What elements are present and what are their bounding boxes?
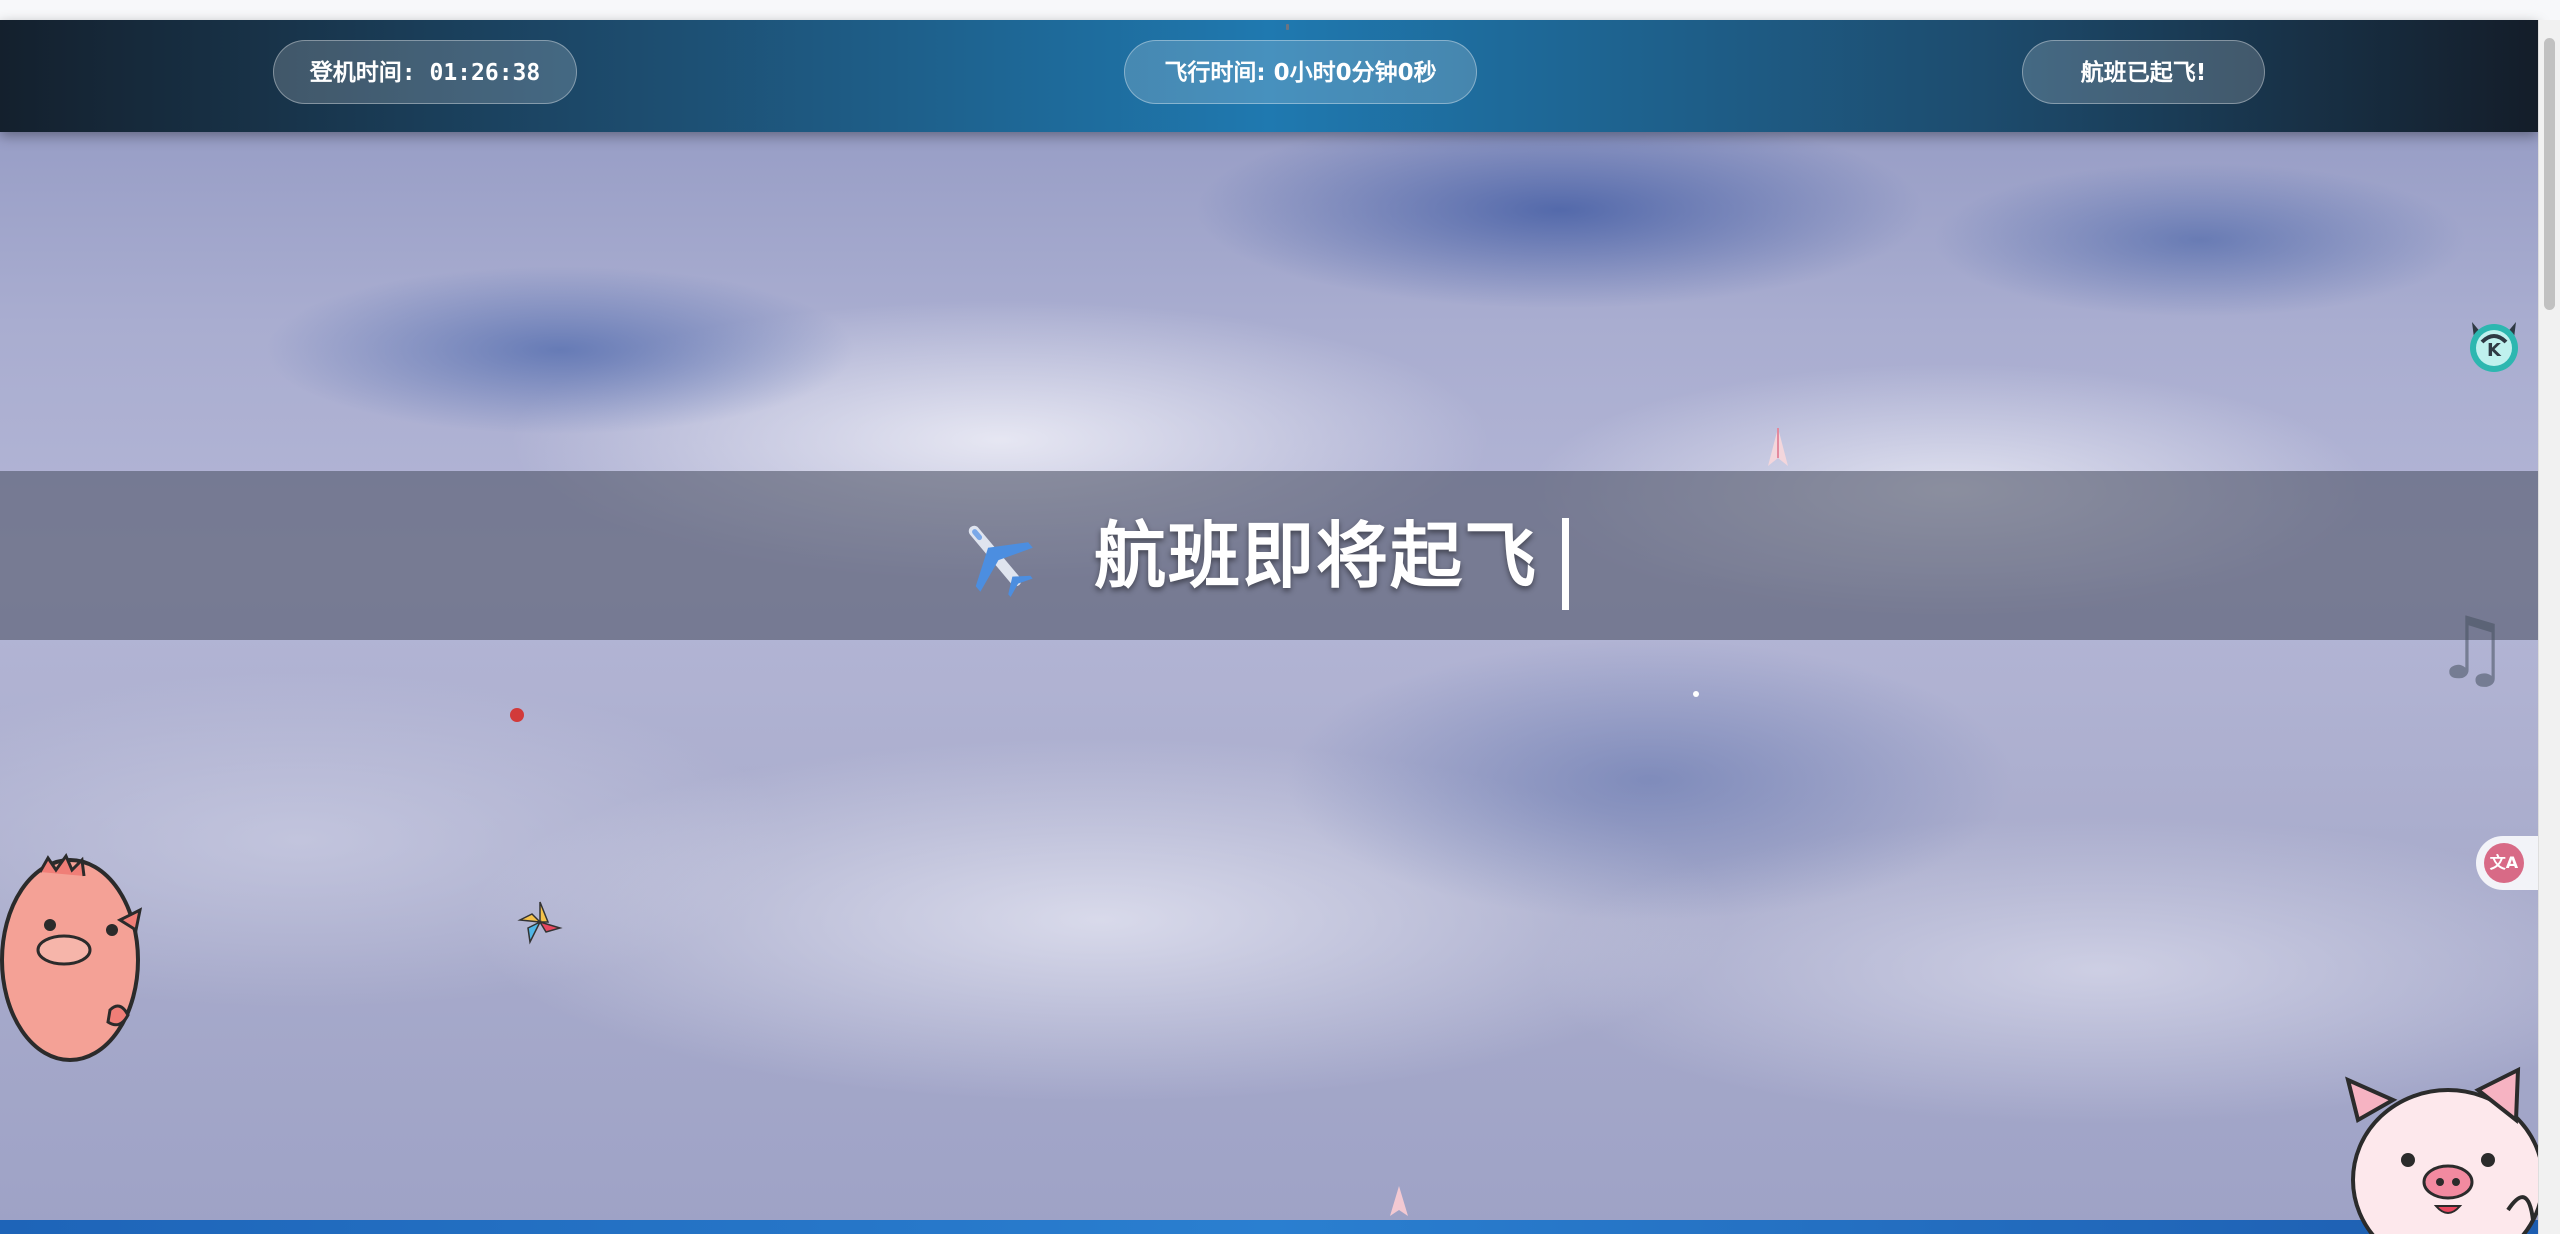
takeoff-banner: 航班即将起飞	[0, 471, 2538, 640]
page-scrollbar[interactable]	[2538, 20, 2560, 1234]
pink-feather-decoration	[1390, 1186, 1408, 1216]
banner-title: 航班即将起飞	[1094, 514, 1539, 598]
pink-mascot-left[interactable]	[0, 850, 150, 1075]
translate-icon: 文A	[2484, 843, 2524, 883]
svg-text:K: K	[2487, 340, 2502, 361]
header-bar: 登机时间: 01:26:38 飞行时间: 0小时0分钟0秒 航班已起飞!	[0, 20, 2538, 132]
drag-handle[interactable]	[1286, 24, 1289, 30]
flight-status-badge: 航班已起飞!	[2022, 40, 2265, 104]
red-petal-decoration	[510, 708, 524, 722]
white-spark-decoration	[1693, 691, 1699, 697]
flight-time-text: 飞行时间: 0小时0分钟0秒	[1164, 60, 1437, 86]
windmill-decoration	[517, 901, 563, 945]
airplane-icon	[968, 525, 1033, 597]
flight-status-text: 航班已起飞!	[2080, 60, 2207, 86]
top-strip	[0, 0, 2560, 21]
scrollbar-thumb[interactable]	[2544, 38, 2555, 310]
cat-headphones-icon[interactable]: K	[2464, 312, 2524, 376]
paper-plane-decoration	[1768, 428, 1788, 466]
login-time-badge: 登机时间: 01:26:38	[273, 40, 577, 104]
translate-button[interactable]: 文A	[2476, 836, 2538, 890]
music-note-icon[interactable]: ♫	[2432, 604, 2512, 694]
flight-time-badge: 飞行时间: 0小时0分钟0秒	[1124, 40, 1477, 104]
page: 登机时间: 01:26:38 飞行时间: 0小时0分钟0秒 航班已起飞! 航班即…	[0, 0, 2560, 1234]
login-time-label: 登机时间:	[309, 60, 416, 86]
bottom-strip	[0, 1220, 2538, 1234]
login-time-value: 01:26:38	[429, 60, 541, 86]
pig-mascot-right[interactable]	[2338, 1060, 2538, 1234]
typing-cursor	[1562, 518, 1569, 610]
